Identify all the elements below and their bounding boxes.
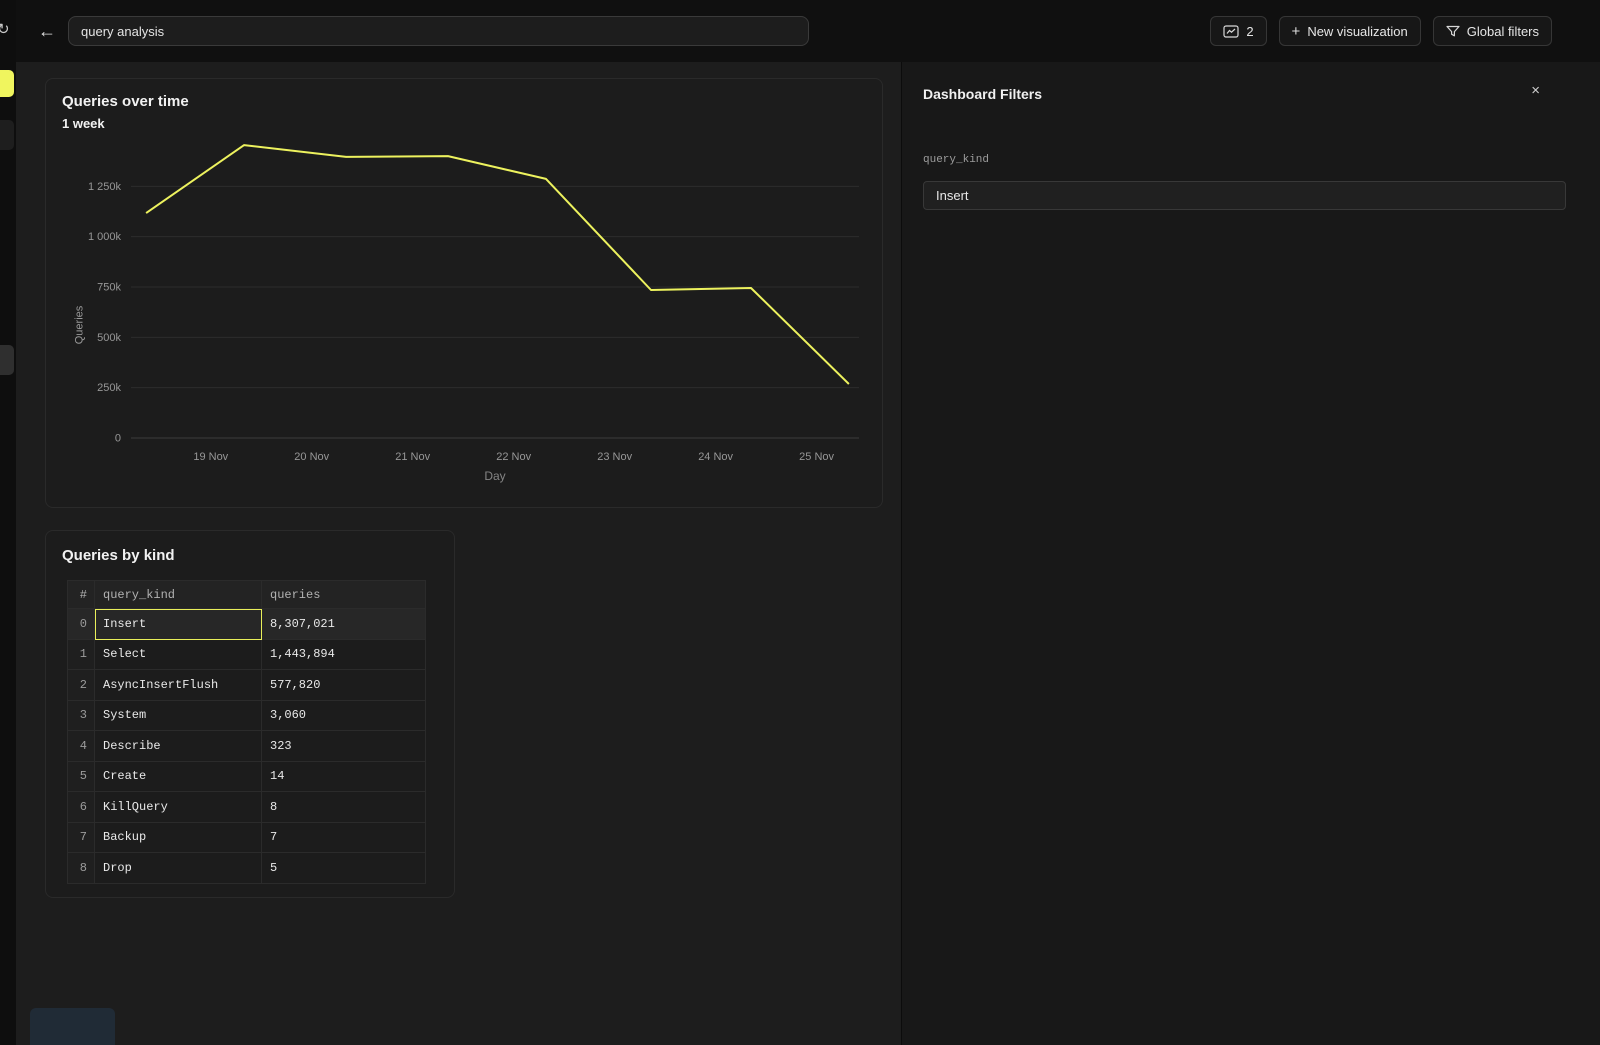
visualizations-count-button[interactable]: 2 [1210,16,1266,46]
plus-icon: + [1292,24,1301,39]
table-header-cell[interactable]: queries [262,581,426,609]
table-cell[interactable]: Backup [95,823,262,854]
table-row[interactable]: 2AsyncInsertFlush577,820 [68,670,426,701]
x-tick-label: 25 Nov [799,451,834,463]
y-tick-label: 250k [97,382,121,394]
dashboard-filters-panel: Dashboard Filters × query_kind [901,62,1600,1045]
table-cell[interactable]: 5 [262,853,426,884]
table-cell[interactable]: 6 [68,792,95,823]
table-cell[interactable]: System [95,701,262,732]
table-cell[interactable]: 7 [68,823,95,854]
y-tick-label: 1 250k [88,181,122,193]
line-chart: 0 250k 500k 750k 1 000k 1 250k 19 Nov 20 Nov 21 … [46,79,884,509]
y-tick-label: 0 [115,433,121,445]
table-row[interactable]: 0Insert8,307,021 [68,609,426,640]
table-cell[interactable]: Create [95,762,262,793]
close-icon[interactable]: × [1531,82,1540,99]
global-filters-label: Global filters [1467,24,1539,39]
main-column: ← 2 + New visualization [16,0,1600,1045]
table-cell[interactable]: 3,060 [262,701,426,732]
table-row[interactable]: 4Describe323 [68,731,426,762]
table-cell[interactable]: 3 [68,701,95,732]
table-row[interactable]: 1Select1,443,894 [68,640,426,671]
left-sidebar: ↻ [0,0,16,1045]
table-title: Queries by kind [62,547,175,564]
y-axis-label: Queries [73,306,85,345]
y-tick-label: 500k [97,332,121,344]
queries-table: #query_kindqueries 0Insert8,307,0211Sele… [67,580,426,884]
table-cell[interactable]: 5 [68,762,95,793]
table-cell[interactable]: 8,307,021 [262,609,426,640]
x-axis-label: Day [131,469,859,483]
table-cell[interactable]: 8 [262,792,426,823]
x-tick-label: 21 Nov [395,451,430,463]
table-header-row: #query_kindqueries [68,581,426,609]
table-row[interactable]: 6KillQuery8 [68,792,426,823]
visualizations-count: 2 [1246,24,1253,39]
funnel-icon [1446,25,1460,38]
app-root: ↻ ← 2 + New visualization [0,0,1600,1045]
table-row[interactable]: 3System3,060 [68,701,426,732]
x-tick-label: 23 Nov [597,451,632,463]
table-body: 0Insert8,307,0211Select1,443,8942AsyncIn… [68,609,426,884]
x-tick-label: 19 Nov [193,451,228,463]
topbar: ← 2 + New visualization [16,0,1600,62]
refresh-icon[interactable]: ↻ [0,20,10,38]
table-cell[interactable]: 8 [68,853,95,884]
visualization-icon [1223,25,1239,38]
x-tick-label: 24 Nov [698,451,733,463]
series-line [146,145,849,384]
table-row[interactable]: 8Drop5 [68,853,426,884]
table-cell[interactable]: 0 [68,609,95,640]
bottom-left-widget[interactable] [30,1008,115,1045]
table-cell[interactable]: 323 [262,731,426,762]
table-cell[interactable]: AsyncInsertFlush [95,670,262,701]
sidebar-item[interactable] [0,120,14,150]
table-cell[interactable]: 14 [262,762,426,793]
dashboard-title-input[interactable] [68,16,809,46]
table-panel: Queries by kind #query_kindqueries 0Inse… [45,530,455,898]
x-tick-label: 22 Nov [496,451,531,463]
table-header-cell[interactable]: query_kind [95,581,262,609]
content-row: 0250k500k750k1 000k1 250k19 Nov20 Nov21 … [16,62,1600,1045]
sidebar-item-active[interactable] [0,70,14,97]
filters-panel-title: Dashboard Filters [923,86,1042,102]
back-button[interactable]: ← [38,21,64,42]
filter-field-label: query_kind [923,154,989,166]
table-header-cell[interactable]: # [68,581,95,609]
table-cell[interactable]: 1 [68,640,95,671]
table-cell[interactable]: 577,820 [262,670,426,701]
table-cell[interactable]: 2 [68,670,95,701]
global-filters-button[interactable]: Global filters [1433,16,1552,46]
table-cell[interactable]: 1,443,894 [262,640,426,671]
table-cell[interactable]: 7 [262,823,426,854]
chart-subtitle: 1 week [62,116,105,131]
y-tick-label: 1 000k [88,231,122,243]
filter-value-input[interactable] [923,181,1566,210]
table-row[interactable]: 7Backup7 [68,823,426,854]
table-cell[interactable]: Select [95,640,262,671]
new-visualization-label: New visualization [1307,24,1407,39]
table-cell[interactable]: Describe [95,731,262,762]
table-cell[interactable]: KillQuery [95,792,262,823]
topbar-actions: 2 + New visualization Global filters [1210,16,1552,46]
x-tick-label: 20 Nov [294,451,329,463]
table-row[interactable]: 5Create14 [68,762,426,793]
table-cell[interactable]: Drop [95,853,262,884]
chart-title: Queries over time [62,93,189,110]
table-cell[interactable]: Insert [95,609,262,640]
table-cell[interactable]: 4 [68,731,95,762]
dashboard-canvas: 0250k500k750k1 000k1 250k19 Nov20 Nov21 … [16,62,901,1045]
sidebar-item[interactable] [0,345,14,375]
y-tick-label: 750k [97,282,121,294]
new-visualization-button[interactable]: + New visualization [1279,16,1421,46]
chart-panel: 0 250k 500k 750k 1 000k 1 250k 19 Nov 20 Nov 21 … [45,78,883,508]
